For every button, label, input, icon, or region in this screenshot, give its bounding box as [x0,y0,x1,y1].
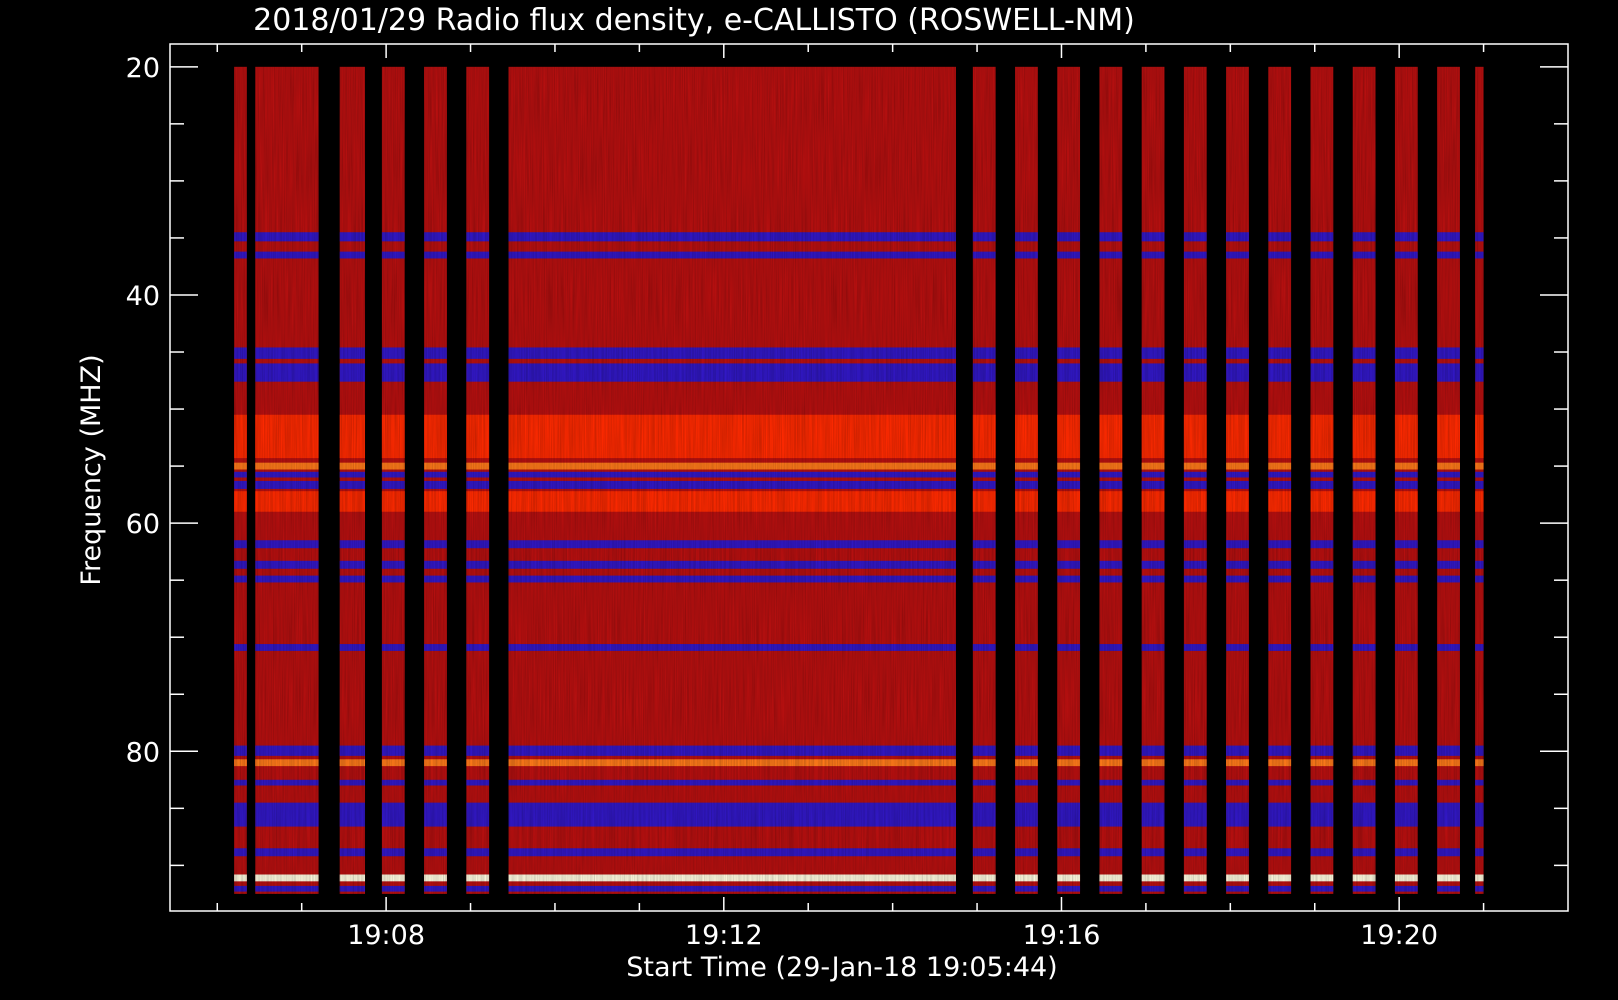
x-tick-label: 19:20 [1360,920,1438,951]
x-axis-label: Start Time (29-Jan-18 19:05:44) [626,952,1057,983]
spectrogram-chart: 2018/01/29 Radio flux density, e-CALLIST… [76,3,1569,983]
x-tick-label: 19:12 [685,920,763,951]
x-tick-label: 19:16 [1023,920,1101,951]
y-tick-label: 60 [126,509,160,540]
y-tick-label: 80 [126,737,160,768]
y-axis-label: Frequency (MHZ) [76,354,107,585]
x-tick-label: 19:08 [347,920,425,951]
chart-title: 2018/01/29 Radio flux density, e-CALLIST… [253,3,1135,38]
y-tick-label: 20 [126,53,160,84]
noise-texture [170,66,1568,894]
y-tick-label: 40 [126,281,160,312]
